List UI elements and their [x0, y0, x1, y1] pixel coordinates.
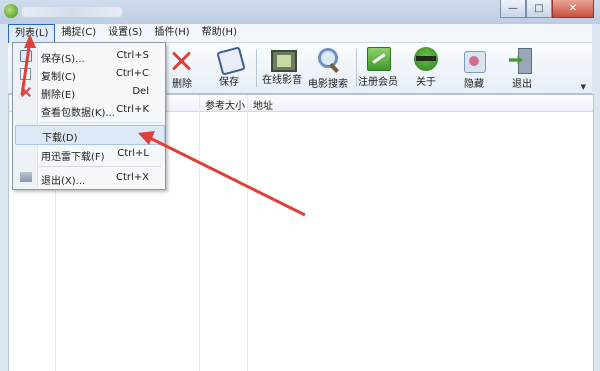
register-button[interactable]: 注册会员: [354, 47, 402, 88]
online-video-label: 在线影音: [262, 75, 302, 86]
minimize-button[interactable]: —: [500, 0, 526, 18]
copy-icon: [20, 68, 31, 80]
menu-item-shortcut: Ctrl+K: [116, 104, 149, 115]
menu-item-view-packet[interactable]: 查看包数据(K)... Ctrl+K: [15, 101, 163, 119]
menu-help[interactable]: 帮助(H): [196, 24, 243, 42]
online-video-button[interactable]: 在线影音: [258, 47, 306, 86]
menu-list[interactable]: 列表(L): [8, 24, 56, 44]
save-button[interactable]: 保存: [205, 46, 253, 88]
maximize-button[interactable]: □: [526, 0, 552, 18]
menu-bar: 列表(L) 捕捉(C) 设置(S) 插件(H) 帮助(H): [8, 24, 592, 44]
close-button[interactable]: ✕: [552, 0, 594, 18]
about-label: 关于: [416, 77, 436, 88]
column-address[interactable]: 地址: [253, 97, 273, 112]
save-label: 保存: [219, 77, 239, 88]
delete-icon: [20, 86, 32, 98]
save-icon: [216, 46, 246, 76]
menu-item-shortcut: Del: [132, 86, 149, 97]
menu-item-exit[interactable]: 退出(X)... Ctrl+X: [15, 169, 163, 187]
register-icon: [367, 47, 391, 71]
exit-button[interactable]: 退出: [498, 47, 546, 90]
menu-item-delete[interactable]: 删除(E) Del: [15, 83, 163, 101]
menu-item-shortcut: Ctrl+L: [117, 148, 149, 159]
toolbar-separator: [256, 49, 257, 87]
menu-item-shortcut: Ctrl+C: [115, 68, 149, 79]
hide-button[interactable]: 隐藏: [450, 47, 498, 90]
column-divider: [199, 95, 200, 371]
column-size[interactable]: 参考大小: [205, 97, 245, 112]
menu-item-label: 保存(S)...: [41, 54, 85, 65]
film-icon: [271, 50, 297, 72]
menu-item-thunder-download[interactable]: 用迅雷下载(F) Ctrl+L: [15, 145, 163, 163]
save-icon: [20, 50, 32, 62]
column-divider: [247, 95, 248, 371]
menu-plugins[interactable]: 插件(H): [148, 24, 195, 42]
register-label: 注册会员: [358, 77, 398, 88]
menu-item-label: 下载(D): [42, 133, 78, 144]
title-bar: — □ ✕: [0, 0, 600, 24]
menu-item-label: 用迅雷下载(F): [41, 152, 105, 163]
exit-icon: [508, 47, 536, 74]
menu-item-shortcut: Ctrl+X: [115, 172, 149, 183]
movie-search-button[interactable]: 电影搜索: [304, 47, 352, 90]
exit-label: 退出: [512, 79, 532, 90]
menu-item-shortcut: Ctrl+S: [116, 50, 149, 61]
list-menu-dropdown: 保存(S)... Ctrl+S 复制(C) Ctrl+C 删除(E) Del 查…: [12, 42, 166, 190]
menu-item-label: 查看包数据(K)...: [41, 108, 115, 119]
hide-label: 隐藏: [464, 79, 484, 90]
movie-search-label: 电影搜索: [308, 79, 348, 90]
menu-separator: [39, 166, 161, 167]
toolbar-overflow-icon[interactable]: ▼: [581, 83, 586, 91]
window-title-blurred: [22, 7, 122, 17]
ninja-icon: [414, 47, 438, 71]
menu-item-copy[interactable]: 复制(C) Ctrl+C: [15, 65, 163, 83]
menu-item-download[interactable]: 下载(D): [15, 125, 165, 145]
menu-settings[interactable]: 设置(S): [102, 24, 148, 42]
menu-capture[interactable]: 捕捉(C): [55, 24, 102, 42]
about-button[interactable]: 关于: [402, 47, 450, 88]
menu-item-label: 退出(X)...: [41, 176, 86, 187]
menu-separator: [39, 122, 161, 123]
hide-icon: [460, 47, 488, 73]
delete-icon: [168, 47, 196, 73]
menu-item-save[interactable]: 保存(S)... Ctrl+S: [15, 47, 163, 65]
menu-item-label: 删除(E): [41, 90, 76, 101]
window-controls: — □ ✕: [500, 0, 594, 18]
menu-item-label: 复制(C): [41, 72, 76, 83]
magnifier-icon: [314, 47, 342, 73]
exit-icon: [20, 172, 32, 182]
app-icon: [4, 4, 18, 18]
